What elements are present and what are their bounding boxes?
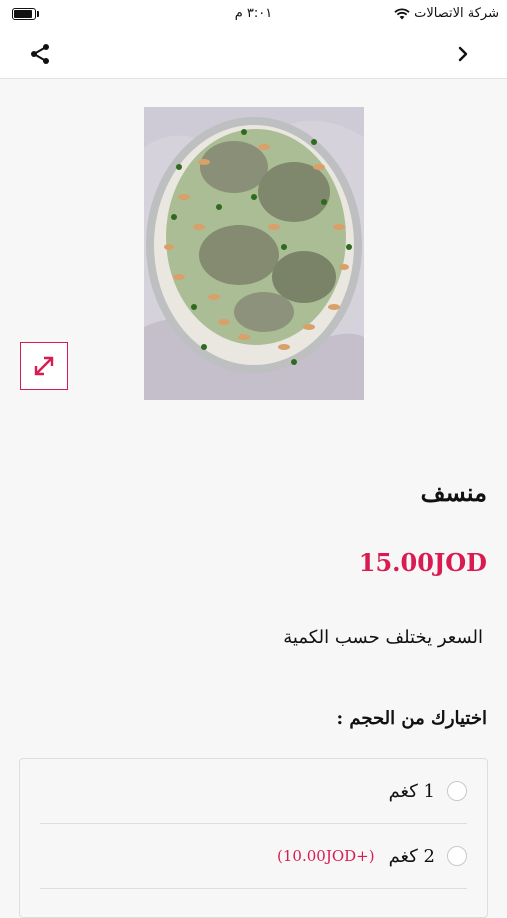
radio-button[interactable] <box>447 846 467 866</box>
expand-arrows-icon <box>34 356 54 376</box>
status-bar: ٣:٠١ م شركة الاتصالات <box>0 0 507 30</box>
option-label: 1 كغم <box>388 780 435 802</box>
size-options: 1 كغم 2 كغم (+10.00JOD) <box>19 758 488 918</box>
chevron-right-icon <box>458 46 468 62</box>
product-name: منسف <box>420 478 487 507</box>
option-extra-price: (+10.00JOD) <box>277 847 375 865</box>
radio-button[interactable] <box>447 781 467 801</box>
price-note: السعر يختلف حسب الكمية <box>283 627 483 648</box>
top-nav-bar <box>0 30 507 79</box>
share-icon <box>31 44 49 64</box>
carrier-group: شركة الاتصالات <box>394 6 499 21</box>
product-image[interactable] <box>144 107 364 400</box>
share-button[interactable] <box>24 38 56 70</box>
size-section-label: اختيارك من الحجم : <box>336 708 488 729</box>
size-option-1[interactable]: 1 كغم <box>40 759 467 824</box>
expand-image-button[interactable] <box>20 342 68 390</box>
product-price: 15.00JOD <box>358 548 487 577</box>
food-photo <box>144 107 364 400</box>
size-option-2[interactable]: 2 كغم (+10.00JOD) <box>40 824 467 889</box>
back-button[interactable] <box>447 38 479 70</box>
option-label: 2 كغم <box>388 845 435 867</box>
wifi-icon <box>394 7 410 19</box>
carrier-name: شركة الاتصالات <box>414 6 499 21</box>
